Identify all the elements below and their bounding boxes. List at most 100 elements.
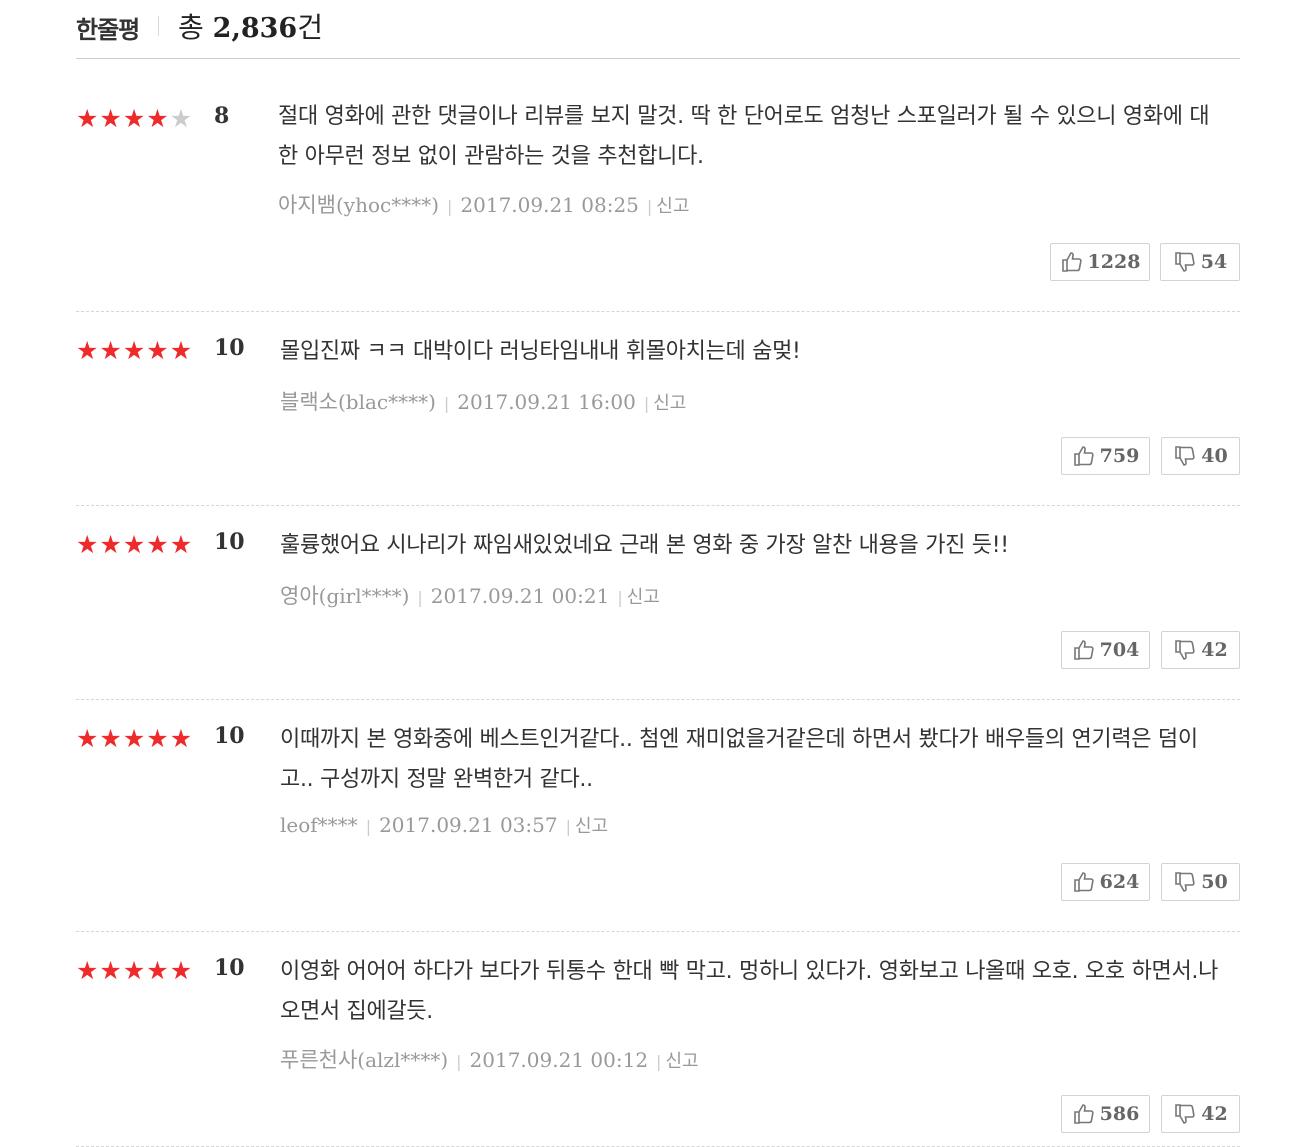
star-filled-icon: ★	[99, 104, 122, 133]
star-filled-icon: ★	[99, 956, 122, 985]
star-filled-icon: ★	[146, 104, 169, 133]
total-prefix: 총	[178, 11, 204, 44]
review-header: 한줄평 총 2,836건	[76, 0, 1240, 59]
meta-divider: |	[565, 817, 571, 836]
report-link[interactable]: 신고	[656, 196, 689, 217]
meta-divider: |	[443, 394, 450, 413]
star-rating: ★ ★ ★ ★ ★	[76, 958, 192, 984]
star-filled-icon: ★	[122, 956, 146, 985]
reviewer-id: (girl****)	[318, 584, 410, 608]
section-title: 한줄평	[76, 16, 140, 44]
star-empty-icon: ★	[169, 104, 193, 133]
like-button[interactable]: 759	[1061, 437, 1150, 475]
like-count: 1228	[1087, 251, 1141, 273]
like-button[interactable]: 624	[1061, 863, 1150, 901]
reviewer-nickname: 블랙소	[280, 390, 338, 414]
review-item: ★ ★ ★ ★ ★ 10 몰입진짜 ㅋㅋ 대박이다 러닝타임내내 휘몰아치는데 숨멎! …	[76, 311, 1240, 506]
star-filled-icon: ★	[122, 724, 146, 753]
dislike-button[interactable]: 40	[1161, 437, 1240, 475]
meta-divider: |	[617, 588, 623, 607]
meta-divider: |	[643, 394, 650, 413]
thumbs-up-icon	[1060, 250, 1084, 274]
star-filled-icon: ★	[146, 956, 169, 985]
review-date: 2017.09.21 00:21	[430, 584, 610, 608]
dislike-count: 40	[1201, 445, 1228, 467]
star-filled-icon: ★	[146, 724, 169, 753]
thumbs-up-icon	[1072, 638, 1096, 662]
meta-divider: |	[365, 817, 372, 836]
star-filled-icon: ★	[122, 530, 146, 559]
thumbs-down-icon	[1173, 444, 1197, 468]
star-filled-icon: ★	[169, 336, 193, 365]
thumbs-down-icon	[1173, 1102, 1197, 1126]
reviewer-id: (yhoc****)	[335, 193, 439, 217]
review-date: 2017.09.21 08:25	[460, 193, 639, 217]
dislike-button[interactable]: 42	[1161, 1095, 1240, 1133]
meta-divider: |	[656, 1052, 662, 1071]
review-item: ★ ★ ★ ★ ★ 10 이때까지 본 영화중에 베스트인거같다.. 첨엔 재미없을거같…	[76, 699, 1240, 932]
star-rating: ★ ★ ★ ★ ★	[76, 338, 192, 364]
review-meta: 아지뱀(yhoc****) | 2017.09.21 08:25 | 신고	[278, 189, 689, 219]
reviewer-id: (alzl****)	[357, 1048, 449, 1072]
like-count: 586	[1099, 1103, 1140, 1125]
star-rating: ★ ★ ★ ★ ★	[76, 532, 192, 558]
review-meta: 영아(girl****) | 2017.09.21 00:21 | 신고	[280, 580, 660, 610]
meta-divider: |	[447, 197, 453, 216]
dislike-count: 42	[1201, 1103, 1228, 1125]
dislike-count: 42	[1201, 639, 1228, 661]
dislike-button[interactable]: 54	[1160, 243, 1240, 281]
reviewer-id: (blac****)	[337, 390, 436, 414]
thumbs-up-icon	[1072, 870, 1096, 894]
star-filled-icon: ★	[76, 530, 99, 559]
star-filled-icon: ★	[99, 336, 122, 365]
thumbs-down-icon	[1173, 250, 1197, 274]
report-link[interactable]: 신고	[665, 1051, 698, 1072]
reviewer-id: leof****	[280, 813, 358, 837]
review-text: 이때까지 본 영화중에 베스트인거같다.. 첨엔 재미없을거같은데 하면서 봤다…	[280, 727, 1198, 792]
review-meta: 블랙소(blac****) | 2017.09.21 16:00 | 신고	[280, 386, 686, 416]
reviewer-nickname: 푸른천사	[280, 1048, 358, 1072]
meta-divider: |	[456, 1052, 462, 1071]
like-button[interactable]: 1228	[1050, 243, 1150, 281]
review-meta: 푸른천사(alzl****) | 2017.09.21 00:12 | 신고	[280, 1044, 699, 1074]
reviewer-nickname: 아지뱀	[278, 193, 336, 217]
review-text: 몰입진짜 ㅋㅋ 대박이다 러닝타임내내 휘몰아치는데 숨멎!	[280, 339, 801, 364]
star-rating: ★ ★ ★ ★ ★	[76, 106, 192, 132]
thumbs-up-icon	[1072, 444, 1096, 468]
star-filled-icon: ★	[146, 530, 169, 559]
review-text: 절대 영화에 관한 댓글이나 리뷰를 보지 말것. 딱 한 단어로도 엄청난 스…	[278, 104, 1210, 169]
rating-score: 10	[214, 955, 245, 981]
dislike-count: 50	[1201, 871, 1228, 893]
review-item: ★ ★ ★ ★ ★ 10 훌륭했어요 시나리가 짜임새있었네요 근래 본 영화 중 가장…	[76, 505, 1240, 700]
like-button[interactable]: 586	[1061, 1095, 1150, 1133]
dislike-button[interactable]: 42	[1161, 631, 1240, 669]
total-count: 총 2,836건	[178, 6, 323, 46]
reviewer-nickname: 영아	[280, 584, 319, 608]
report-link[interactable]: 신고	[627, 587, 660, 608]
star-filled-icon: ★	[122, 336, 146, 365]
review-meta: leof**** | 2017.09.21 03:57 | 신고	[280, 812, 608, 838]
dislike-button[interactable]: 50	[1161, 863, 1240, 901]
like-count: 624	[1099, 871, 1140, 893]
total-number: 2,836	[212, 13, 298, 44]
like-button[interactable]: 704	[1061, 631, 1150, 669]
star-filled-icon: ★	[169, 530, 193, 559]
like-count: 704	[1099, 639, 1140, 661]
star-filled-icon: ★	[99, 724, 122, 753]
star-filled-icon: ★	[76, 104, 99, 133]
review-item: ★ ★ ★ ★ ★ 10 이영화 어어어 하다가 보다가 뒤통수 한대 빡 막고. 멍하…	[76, 931, 1240, 1147]
star-filled-icon: ★	[76, 724, 99, 753]
report-link[interactable]: 신고	[653, 393, 686, 414]
review-date: 2017.09.21 03:57	[379, 813, 558, 837]
dislike-count: 54	[1200, 251, 1228, 273]
meta-divider: |	[417, 588, 423, 607]
star-filled-icon: ★	[76, 336, 99, 365]
star-rating: ★ ★ ★ ★ ★	[76, 726, 192, 752]
rating-score: 8	[214, 103, 230, 129]
thumbs-down-icon	[1173, 638, 1197, 662]
star-filled-icon: ★	[122, 104, 146, 133]
report-link[interactable]: 신고	[575, 816, 608, 837]
review-text: 훌륭했어요 시나리가 짜임새있었네요 근래 본 영화 중 가장 알찬 내용을 가…	[280, 533, 1009, 558]
rating-score: 10	[214, 529, 245, 555]
star-filled-icon: ★	[76, 956, 99, 985]
